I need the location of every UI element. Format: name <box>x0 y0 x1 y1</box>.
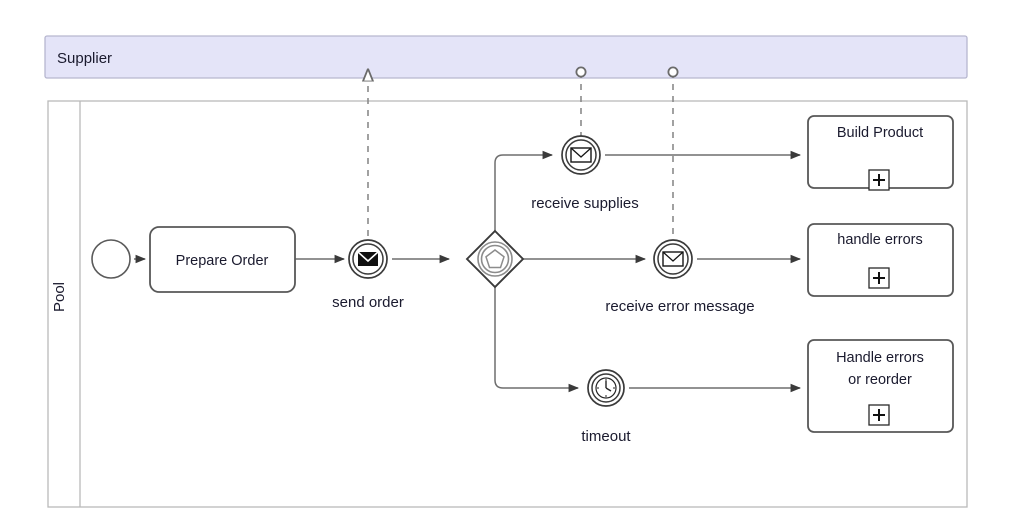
start-event[interactable] <box>91 239 131 279</box>
message-hollow-icon <box>662 251 684 267</box>
receive-supplies-label: receive supplies <box>531 195 639 212</box>
send-order-label: send order <box>332 294 404 311</box>
handle-reorder-label-line1: Handle errors <box>836 350 924 366</box>
expand-plus-marker[interactable] <box>868 169 890 191</box>
handle-reorder-label-line2: or reorder <box>848 372 912 388</box>
timer-clock-icon <box>595 377 617 399</box>
pool-supplier[interactable]: Supplier <box>44 35 968 79</box>
pool-supplier-body[interactable] <box>44 35 968 79</box>
receive-error-label: receive error message <box>605 298 754 315</box>
timeout-label: timeout <box>581 428 631 445</box>
task-prepare-order[interactable]: Prepare Order <box>149 226 296 293</box>
bpmn-diagram: Supplier Pool Prepare Order send order r… <box>44 35 968 508</box>
task-prepare-order-label: Prepare Order <box>176 253 269 269</box>
pool-main-label: Pool <box>51 282 68 312</box>
expand-plus-marker[interactable] <box>868 267 890 289</box>
subprocess-handle-errors-or-reorder[interactable]: Handle errors or reorder <box>807 339 954 433</box>
build-product-label: Build Product <box>837 125 923 141</box>
bpmn-canvas: Supplier Pool Prepare Order send order r… <box>0 0 1020 531</box>
subprocess-build-product[interactable]: Build Product <box>807 115 954 191</box>
pool-supplier-label: Supplier <box>57 50 112 67</box>
message-filled-icon <box>357 251 379 266</box>
message-hollow-icon <box>570 147 592 163</box>
expand-plus-marker[interactable] <box>868 404 890 426</box>
handle-errors-label: handle errors <box>837 232 922 248</box>
start-event-circle[interactable] <box>91 239 131 279</box>
subprocess-handle-errors[interactable]: handle errors <box>807 223 954 297</box>
